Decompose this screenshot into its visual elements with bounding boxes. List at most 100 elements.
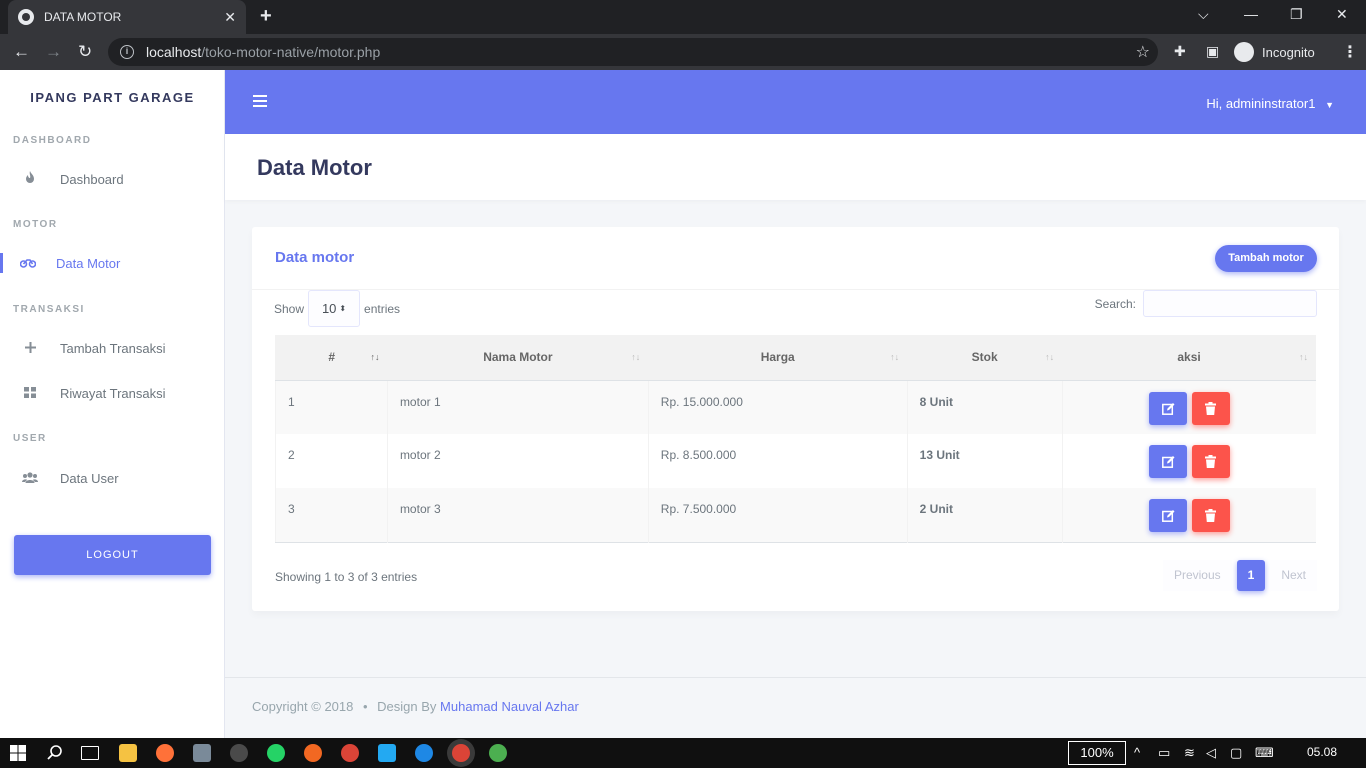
- column-header-harga[interactable]: Harga ↑↓: [648, 335, 908, 381]
- firefox-icon[interactable]: [156, 744, 174, 762]
- browser-menu-icon[interactable]: ⋮: [1342, 42, 1358, 62]
- cell-harga: Rp. 8.500.000: [648, 434, 908, 488]
- trash-icon: [1204, 455, 1216, 468]
- table-row: 2 motor 2 Rp. 8.500.000 13 Unit: [275, 434, 1316, 488]
- show-label: Show: [274, 301, 305, 316]
- sidebar-item-dashboard[interactable]: Dashboard: [0, 161, 225, 197]
- table-row: 3 motor 3 Rp. 7.500.000 2 Unit: [275, 488, 1316, 542]
- sidebar-item-tambah-transaksi[interactable]: Tambah Transaksi: [0, 330, 225, 366]
- select-arrows-icon: ⬍: [339, 304, 347, 313]
- sidebar-item-data-user[interactable]: Data User: [0, 460, 225, 496]
- brand-title[interactable]: IPANG PART GARAGE: [0, 90, 225, 105]
- windows-start-icon[interactable]: [10, 745, 26, 761]
- taskbar-clock[interactable]: 05.08: [1307, 745, 1337, 759]
- cell-harga: Rp. 7.500.000: [648, 488, 908, 542]
- incognito-indicator[interactable]: Incognito: [1234, 40, 1315, 64]
- column-header-stok[interactable]: Stok ↑↓: [907, 335, 1063, 381]
- vscode-icon[interactable]: [378, 744, 396, 762]
- network-app-icon[interactable]: [193, 744, 211, 762]
- delete-button[interactable]: [1191, 391, 1230, 425]
- side-panel-icon[interactable]: ▣: [1206, 43, 1219, 60]
- pagination-previous[interactable]: Previous: [1162, 560, 1232, 591]
- battery-icon[interactable]: ▭: [1158, 745, 1170, 761]
- entries-label: entries: [364, 301, 401, 316]
- app-icon[interactable]: [415, 744, 433, 762]
- back-arrow-icon[interactable]: ←: [13, 42, 30, 62]
- minimize-icon[interactable]: —: [1244, 6, 1258, 22]
- new-tab-icon[interactable]: +: [260, 5, 272, 28]
- sort-icon: ↑↓: [1299, 352, 1308, 362]
- search-icon[interactable]: [46, 744, 64, 762]
- zoom-indicator[interactable]: 100%: [1068, 741, 1126, 765]
- edit-icon: [1161, 402, 1175, 415]
- window-close-icon[interactable]: ✕: [1336, 6, 1348, 23]
- delete-button[interactable]: [1191, 499, 1230, 532]
- chat-icon[interactable]: ▢: [1230, 745, 1242, 761]
- user-dropdown[interactable]: Hi, admininstrator1 ▼: [1206, 96, 1334, 111]
- sidebar-heading-transaksi: TRANSAKSI: [13, 304, 85, 315]
- extensions-icon[interactable]: ✚: [1174, 43, 1186, 60]
- restore-icon[interactable]: ❐: [1290, 6, 1303, 23]
- close-tab-icon[interactable]: ✕: [224, 9, 236, 26]
- column-label: Stok: [971, 350, 998, 365]
- cell-aksi: [1062, 488, 1316, 542]
- entries-select[interactable]: 10 ⬍: [308, 290, 361, 327]
- sort-icon: ↑↓: [1045, 352, 1055, 362]
- keyboard-icon[interactable]: ⌨: [1255, 745, 1274, 761]
- sidebar-item-riwayat-transaksi[interactable]: Riwayat Transaksi: [0, 375, 225, 411]
- table-header-row: # ↑↓ Nama Motor ↑↓ Harga ↑↓ Stok ↑↓ aksi ↑↓: [275, 335, 1316, 381]
- column-header-aksi[interactable]: aksi ↑↓: [1062, 335, 1316, 381]
- column-header-number[interactable]: # ↑↓: [275, 335, 388, 381]
- forward-arrow-icon[interactable]: →: [45, 42, 62, 62]
- reload-icon[interactable]: ↻: [78, 42, 92, 62]
- data-card: Data motor Tambah motor Show 10 ⬍ entrie…: [252, 227, 1339, 611]
- browser-tab[interactable]: DATA MOTOR ✕: [8, 0, 246, 34]
- sidebar-item-data-motor[interactable]: Data Motor: [0, 245, 225, 281]
- postman-icon[interactable]: [304, 744, 322, 762]
- users-icon: [0, 470, 60, 486]
- hamburger-menu-icon[interactable]: [253, 95, 267, 107]
- sidebar-item-label: Tambah Transaksi: [60, 340, 166, 356]
- author-link[interactable]: Muhamad Nauval Azhar: [440, 699, 579, 714]
- pagination-page-current[interactable]: 1: [1236, 560, 1266, 591]
- tab-search-chevron-icon[interactable]: ⌵: [1198, 6, 1209, 23]
- column-label: Nama Motor: [483, 350, 553, 365]
- cell-aksi: [1062, 380, 1316, 434]
- edit-button[interactable]: [1148, 445, 1187, 478]
- sidebar-heading-motor: MOTOR: [13, 219, 58, 230]
- chrome-icon[interactable]: [341, 744, 359, 762]
- cell-number: 2: [275, 434, 388, 488]
- app-icon[interactable]: [489, 744, 507, 762]
- volume-icon[interactable]: ◁: [1206, 745, 1216, 761]
- pagination-next[interactable]: Next: [1270, 560, 1317, 591]
- browser-tab-title: DATA MOTOR: [44, 10, 122, 24]
- search-input[interactable]: [1143, 290, 1317, 317]
- chrome-incognito-icon[interactable]: [452, 744, 470, 762]
- edit-icon: [1161, 510, 1175, 522]
- add-motor-button[interactable]: Tambah motor: [1215, 245, 1317, 272]
- edit-button[interactable]: [1148, 499, 1187, 532]
- cell-stok: 2 Unit: [907, 488, 1063, 542]
- column-header-nama-motor[interactable]: Nama Motor ↑↓: [387, 335, 649, 381]
- table-row: 1 motor 1 Rp. 15.000.000 8 Unit: [275, 380, 1316, 434]
- incognito-label: Incognito: [1262, 44, 1315, 60]
- whatsapp-icon[interactable]: [267, 744, 285, 762]
- copyright-text: Copyright © 2018: [252, 699, 354, 714]
- sidebar-item-label: Data User: [60, 470, 119, 486]
- delete-button[interactable]: [1191, 445, 1230, 478]
- tray-chevron-up-icon[interactable]: ^: [1134, 745, 1140, 760]
- address-bar[interactable]: i localhost/toko-motor-native/motor.php …: [108, 38, 1158, 66]
- cell-nama-motor: motor 2: [387, 434, 649, 488]
- sidebar-item-label: Data Motor: [56, 255, 121, 271]
- wifi-icon[interactable]: ≋: [1184, 745, 1195, 761]
- logout-button[interactable]: LOGOUT: [14, 535, 211, 575]
- edit-button[interactable]: [1148, 391, 1187, 425]
- task-view-icon[interactable]: [81, 746, 99, 760]
- file-explorer-icon[interactable]: [119, 744, 137, 762]
- section-header: Data Motor: [225, 134, 1366, 200]
- bookmark-star-icon[interactable]: ☆: [1136, 42, 1150, 62]
- app-icon[interactable]: [230, 744, 248, 762]
- site-info-icon[interactable]: i: [120, 45, 134, 59]
- table-info: Showing 1 to 3 of 3 entries: [275, 570, 418, 584]
- fire-icon: [0, 171, 60, 187]
